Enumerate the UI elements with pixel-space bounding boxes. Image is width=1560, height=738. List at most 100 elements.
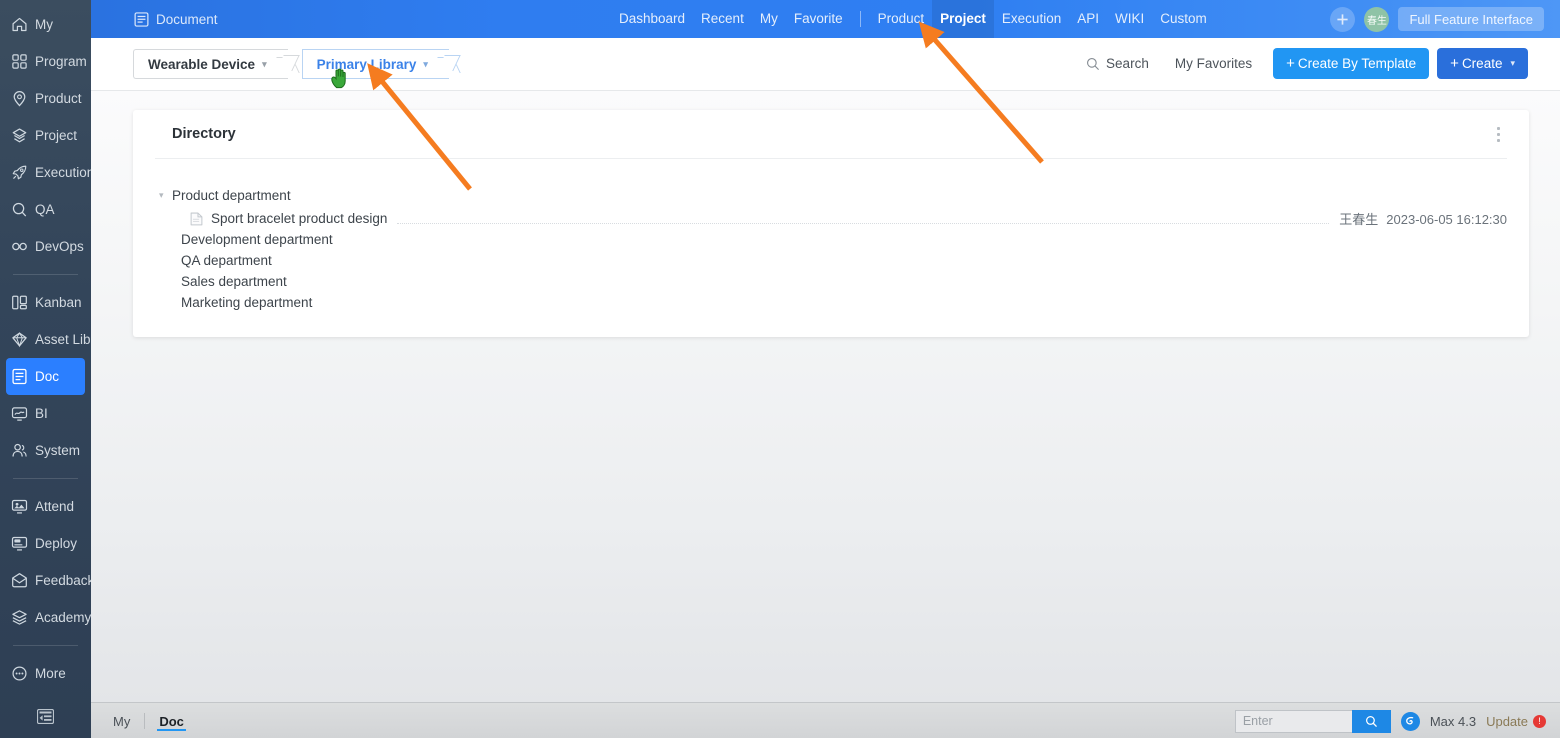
sidebar-item-more[interactable]: More — [0, 655, 91, 692]
tree-leaf-document[interactable]: Sport bracelet product design 王春生 2023-06-… — [172, 208, 1529, 229]
deploy-icon — [10, 535, 28, 553]
status-search-input[interactable] — [1234, 709, 1352, 733]
sidebar-item-label: Program — [35, 54, 87, 69]
app-title-button[interactable]: Document — [134, 0, 218, 38]
header-nav-favorite[interactable]: Favorite — [786, 0, 851, 38]
tree-node-sales-department[interactable]: Sales department — [172, 271, 1529, 292]
plus-icon: + — [1286, 55, 1295, 72]
app-title-text: Document — [156, 11, 218, 27]
header-nav-api[interactable]: API — [1069, 0, 1107, 38]
header-nav-execution[interactable]: Execution — [994, 0, 1069, 38]
sidebar-item-my[interactable]: My — [0, 6, 91, 43]
tree-node-label: QA department — [181, 253, 272, 268]
status-search — [1234, 709, 1391, 733]
tree-node-product-department[interactable]: ▾ Product department — [159, 185, 1529, 206]
more-vertical-icon[interactable] — [1489, 124, 1507, 144]
sidebar-item-qa[interactable]: QA — [0, 191, 91, 228]
sidebar-item-bi[interactable]: BI — [0, 395, 91, 432]
sidebar-item-academy[interactable]: Academy — [0, 599, 91, 636]
home-icon — [11, 17, 27, 32]
tree-node-marketing-department[interactable]: Marketing department — [172, 292, 1529, 313]
sidebar-item-label: Product — [35, 91, 82, 106]
full-feature-interface-button[interactable]: Full Feature Interface — [1398, 7, 1544, 31]
grid-icon — [11, 54, 27, 69]
layers-icon — [10, 127, 28, 145]
sidebar-item-kanban[interactable]: Kanban — [0, 284, 91, 321]
header-nav-dashboard[interactable]: Dashboard — [611, 0, 693, 38]
document-timestamp: 2023-06-05 16:12:30 — [1386, 212, 1507, 227]
plus-icon — [1337, 13, 1349, 25]
avatar[interactable]: 春生 — [1364, 6, 1390, 32]
update-button[interactable]: Update ! — [1486, 714, 1546, 729]
rocket-icon — [10, 164, 28, 182]
sidebar-divider — [13, 645, 78, 646]
header-nav-custom[interactable]: Custom — [1152, 0, 1215, 38]
header-actions: 春生 Full Feature Interface — [1330, 0, 1544, 38]
header-nav-recent[interactable]: Recent — [693, 0, 752, 38]
sidebar-item-label: Academy — [35, 610, 92, 625]
divider — [859, 11, 861, 27]
sidebar-item-label: Project — [35, 128, 78, 143]
more-circle-icon — [11, 666, 27, 681]
sidebar-item-devops[interactable]: DevOps — [0, 228, 91, 265]
tree-node-development-department[interactable]: Development department — [172, 229, 1529, 250]
collapse-sidebar-icon — [37, 708, 54, 724]
file-icon — [190, 212, 203, 225]
my-favorites-button[interactable]: My Favorites — [1162, 48, 1265, 79]
sidebar-item-program[interactable]: Program — [0, 43, 91, 80]
update-label: Update — [1486, 713, 1528, 729]
sidebar-item-feedback[interactable]: Feedback — [0, 562, 95, 599]
file-icon — [190, 212, 203, 226]
header-nav-product[interactable]: Product — [870, 0, 933, 38]
status-tab-doc[interactable]: Doc — [145, 703, 198, 738]
chart-monitor-icon — [11, 407, 27, 421]
status-badge: ! — [1533, 714, 1546, 728]
header-nav-wiki[interactable]: WIKI — [1107, 0, 1152, 38]
tree-node-label: Product department — [172, 188, 291, 203]
sidebar-item-label: Feedback — [35, 573, 95, 588]
sidebar-item-label: Asset Lib — [35, 332, 91, 347]
add-button[interactable] — [1330, 6, 1356, 32]
layers-icon — [12, 128, 26, 143]
tree-node-qa-department[interactable]: QA department — [172, 250, 1529, 271]
directory-tree: ▾ Product department Sport bracelet produc… — [133, 159, 1529, 313]
sidebar-item-execution[interactable]: Execution — [0, 154, 94, 191]
sidebar-item-product[interactable]: Product — [0, 80, 91, 117]
collapse-sidebar-button[interactable] — [0, 694, 91, 738]
chevron-down-icon[interactable]: ▾ — [159, 191, 171, 200]
status-search-button[interactable] — [1351, 709, 1391, 733]
chevron-down-icon: ▾ — [1510, 58, 1515, 68]
sidebar-item-asset-lib[interactable]: Asset Lib — [0, 321, 91, 358]
sidebar-item-attend[interactable]: Attend — [0, 488, 91, 525]
status-tab-my[interactable]: My — [99, 703, 144, 738]
sidebar-item-deploy[interactable]: Deploy — [0, 525, 91, 562]
search-button[interactable]: Search — [1073, 48, 1162, 79]
plus-icon: + — [1450, 55, 1459, 72]
my-favorites-label: My Favorites — [1174, 56, 1253, 71]
status-bar-tabs: My Doc — [99, 703, 198, 738]
sidebar-item-label: Deploy — [35, 536, 78, 551]
zentao-logo-icon — [1400, 711, 1420, 731]
breadcrumb-item-primary-library[interactable]: Primary Library ▾ — [301, 49, 449, 79]
leader-dots — [397, 223, 1330, 224]
header-nav-project[interactable]: Project — [932, 0, 994, 38]
sidebar-item-label: My — [35, 17, 53, 32]
sidebar-item-doc[interactable]: Doc — [6, 358, 85, 395]
chevron-down-icon: ▾ — [423, 58, 428, 69]
sidebar-item-system[interactable]: System — [0, 432, 91, 469]
sidebar-item-project[interactable]: Project — [0, 117, 91, 154]
search-label: Search — [1106, 56, 1149, 71]
breadcrumb-item-wearable-device[interactable]: Wearable Device ▾ — [133, 49, 288, 79]
grid-icon — [10, 53, 28, 71]
avatar-text: 春生 — [1366, 15, 1387, 27]
more-circle-icon — [10, 665, 28, 683]
sidebar-divider — [13, 478, 78, 479]
sidebar-item-label: BI — [35, 406, 48, 421]
diamond-icon — [10, 331, 28, 349]
sidebar-item-label: QA — [35, 202, 55, 217]
create-by-template-button[interactable]: + Create By Template — [1273, 48, 1430, 79]
header-nav-my[interactable]: My — [752, 0, 786, 38]
create-button[interactable]: + Create ▾ — [1437, 48, 1528, 79]
directory-card-header: Directory — [133, 110, 1529, 158]
home-icon — [10, 16, 28, 34]
